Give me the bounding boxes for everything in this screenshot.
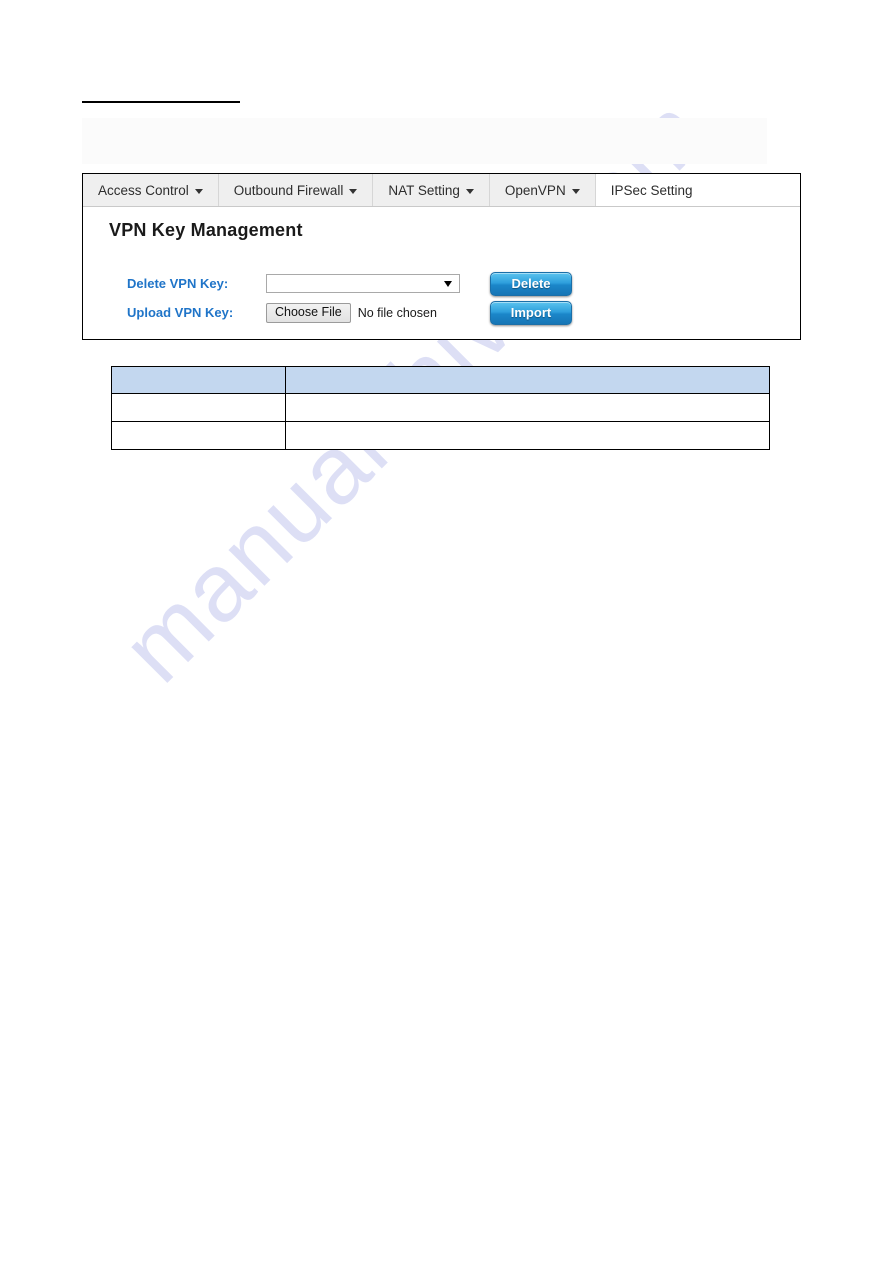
table-row	[111, 421, 770, 450]
table-header-cell-name	[111, 366, 286, 394]
table-cell-description	[285, 393, 770, 422]
chevron-down-icon	[349, 188, 358, 194]
tab-openvpn-label: OpenVPN	[504, 182, 566, 198]
import-action-cell: Import	[490, 300, 572, 325]
delete-vpn-key-label: Delete VPN Key:	[127, 276, 229, 291]
table-cell-description	[285, 421, 770, 450]
table-header	[111, 366, 770, 394]
table-cell-name	[111, 421, 286, 450]
delete-action-cell: Delete	[490, 271, 572, 296]
upload-vpn-key-control: Choose File No file chosen	[266, 302, 437, 323]
tab-outbound-firewall[interactable]: Outbound Firewall	[218, 174, 374, 206]
tab-ipsec-setting[interactable]: IPSec Setting	[595, 174, 709, 206]
chevron-down-icon	[571, 188, 580, 194]
delete-vpn-key-row: Delete VPN Key: Delete	[83, 269, 800, 298]
import-button[interactable]: Import	[490, 300, 572, 325]
table-body	[111, 393, 770, 450]
delete-vpn-key-control	[266, 274, 460, 293]
chevron-down-icon	[444, 281, 452, 287]
vpn-settings-panel: Access Control Outbound Firewall NAT Set…	[82, 173, 801, 340]
vpn-key-file-input: Choose File No file chosen	[266, 302, 437, 323]
tab-ipsec-setting-label: IPSec Setting	[610, 182, 693, 198]
table-cell-name	[111, 393, 286, 422]
file-status-text: No file chosen	[357, 305, 437, 320]
content-placeholder-block	[82, 118, 767, 164]
choose-file-button[interactable]: Choose File	[266, 302, 351, 323]
tab-access-control-label: Access Control	[98, 182, 189, 198]
tab-outbound-firewall-label: Outbound Firewall	[233, 182, 344, 198]
table-header-cell-description	[285, 366, 770, 394]
delete-button[interactable]: Delete	[490, 271, 572, 296]
tab-nat-setting-label: NAT Setting	[388, 182, 460, 198]
panel-body: VPN Key Management Delete VPN Key: Delet…	[83, 207, 800, 339]
table-header-row	[111, 366, 770, 394]
settings-tab-bar: Access Control Outbound Firewall NAT Set…	[83, 174, 800, 207]
tab-nat-setting[interactable]: NAT Setting	[373, 174, 490, 206]
tab-access-control[interactable]: Access Control	[83, 174, 219, 206]
field-description-table	[111, 366, 770, 450]
tab-bar-filler	[708, 174, 800, 206]
tab-openvpn[interactable]: OpenVPN	[489, 174, 596, 206]
table-row	[111, 393, 770, 422]
upload-vpn-key-label: Upload VPN Key:	[127, 305, 234, 320]
vpn-key-select[interactable]	[266, 274, 460, 293]
chevron-down-icon	[465, 188, 474, 194]
vpn-key-form: Delete VPN Key: Delete Upload VPN Key: C…	[83, 269, 800, 327]
page-title: VPN Key Management	[109, 220, 303, 240]
upload-vpn-key-row: Upload VPN Key: Choose File No file chos…	[83, 298, 800, 327]
chevron-down-icon	[194, 188, 203, 194]
heading-underline-rule	[82, 101, 240, 103]
